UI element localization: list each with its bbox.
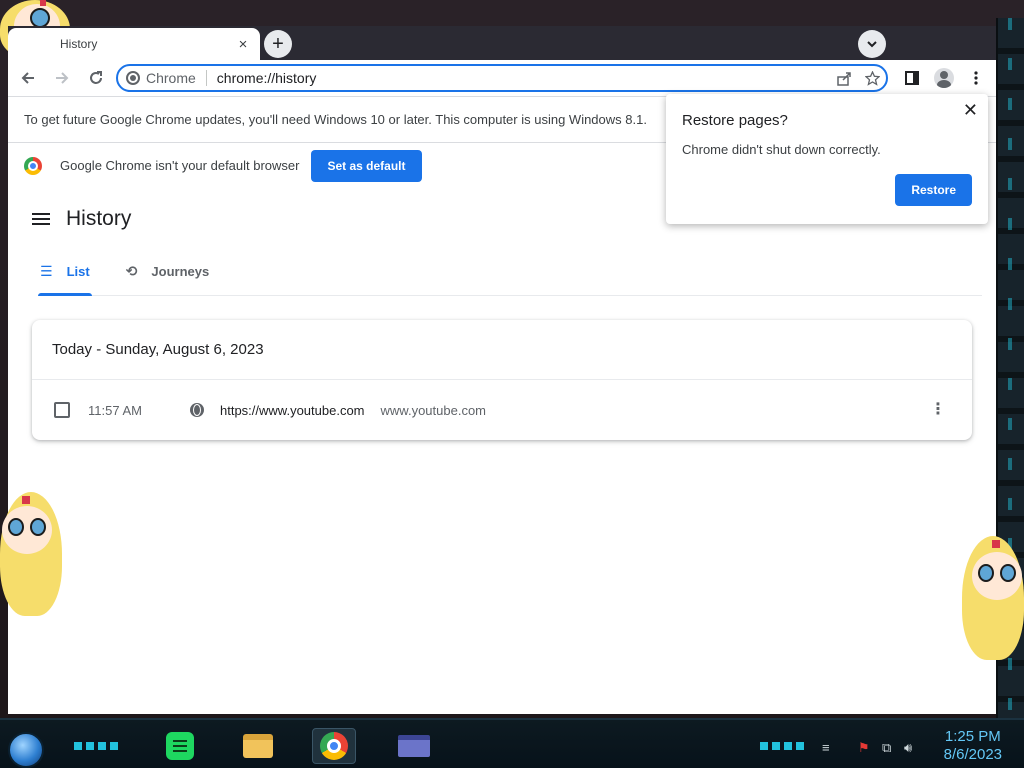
history-section-title: Today - Sunday, August 6, 2023: [32, 320, 972, 380]
taskbar-spotify[interactable]: [158, 728, 202, 764]
reload-icon: [90, 71, 102, 84]
url-text[interactable]: chrome://history: [217, 70, 830, 86]
taskbar-window-app[interactable]: [392, 728, 436, 764]
globe-icon: [190, 403, 204, 417]
avatar-icon: [934, 68, 954, 88]
volume-icon[interactable]: 🔊︎: [904, 740, 912, 756]
new-tab-button[interactable]: +: [264, 30, 292, 58]
set-as-default-button[interactable]: Set as default: [311, 149, 422, 182]
taskbar-decoration-right: [760, 742, 804, 750]
dialog-title: Restore pages?: [682, 112, 788, 129]
page-title: History: [66, 207, 132, 230]
update-message: To get future Google Chrome updates, you…: [24, 112, 647, 127]
entry-checkbox[interactable]: [54, 402, 70, 418]
dialog-message: Chrome didn't shut down correctly.: [682, 142, 881, 157]
forward-button[interactable]: [48, 64, 76, 92]
tab-title: History: [60, 37, 98, 51]
tab-list-label: List: [66, 264, 90, 279]
application-window-icon: [398, 735, 430, 757]
tab-list[interactable]: ☰ List: [38, 248, 92, 296]
chip-label: Chrome: [146, 70, 196, 86]
tab-close-icon[interactable]: ×: [232, 33, 254, 55]
clock-time: 1:25 PM: [944, 728, 1001, 745]
toolbar: Chrome chrome://history: [8, 60, 996, 96]
history-card: Today - Sunday, August 6, 2023 11:57 AM …: [32, 320, 972, 440]
bookmark-star-icon[interactable]: [858, 70, 886, 86]
clock[interactable]: 1:25 PM 8/6/2023: [944, 728, 1002, 764]
entry-more-icon[interactable]: ⋮: [930, 402, 946, 418]
arrow-left-icon: [21, 72, 34, 84]
start-button[interactable]: [8, 732, 44, 768]
restore-button[interactable]: Restore: [895, 174, 972, 206]
show-desktop-icon[interactable]: ≡: [822, 740, 830, 755]
taskbar-decoration-left: [74, 742, 118, 750]
taskbar-chrome[interactable]: [312, 728, 356, 764]
toolbar-right: [894, 64, 990, 92]
menu-button[interactable]: [962, 64, 990, 92]
chrome-icon: [320, 732, 348, 760]
tab-journeys[interactable]: ⟲ Journeys: [124, 248, 212, 295]
share-icon[interactable]: [830, 71, 858, 86]
history-tabs: ☰ List ⟲ Journeys: [38, 248, 982, 296]
list-icon: ☰: [40, 263, 53, 279]
tab-strip: History × +: [8, 26, 996, 60]
chevron-down-icon: [867, 41, 877, 48]
desktop: History × + Chrome chrome://history To g…: [0, 0, 1024, 768]
site-info-chip[interactable]: Chrome: [118, 70, 207, 86]
chrome-logo-icon: [24, 156, 42, 175]
close-icon[interactable]: ✕: [963, 100, 978, 121]
restore-pages-dialog: Restore pages? ✕ Chrome didn't shut down…: [666, 94, 988, 224]
entry-time: 11:57 AM: [88, 402, 142, 418]
taskbar: ≡ ⚑ ⧉ 🔊︎ 1:25 PM 8/6/2023: [0, 718, 1024, 768]
reload-button[interactable]: [82, 64, 110, 92]
tab-search-button[interactable]: [858, 30, 886, 58]
entry-domain: www.youtube.com: [380, 402, 487, 418]
back-button[interactable]: [14, 64, 42, 92]
tab-journeys-label: Journeys: [151, 264, 210, 279]
history-page: History ☰ List ⟲ Journeys Today - Sunday…: [8, 190, 996, 714]
history-entry[interactable]: 11:57 AM https://www.youtube.com www.you…: [32, 380, 972, 440]
arrow-right-icon: [56, 72, 69, 84]
spotify-icon: [166, 732, 194, 760]
journeys-icon: ⟲: [125, 263, 138, 279]
tab-history[interactable]: History ×: [8, 28, 260, 60]
cartoon-sticker-left: [0, 492, 62, 616]
more-vert-icon: [974, 71, 978, 85]
cartoon-sticker-right: [962, 536, 1024, 660]
side-panel-button[interactable]: [898, 64, 926, 92]
address-bar[interactable]: Chrome chrome://history: [116, 64, 888, 92]
network-icon[interactable]: ⧉: [882, 740, 891, 756]
hamburger-menu-icon[interactable]: [32, 213, 50, 225]
action-center-flag-icon[interactable]: ⚑: [858, 740, 870, 756]
folder-icon: [243, 734, 273, 758]
default-browser-message: Google Chrome isn't your default browser: [60, 158, 300, 173]
taskbar-file-explorer[interactable]: [236, 728, 280, 764]
profile-button[interactable]: [930, 64, 958, 92]
entry-title-link[interactable]: https://www.youtube.com: [220, 403, 365, 418]
side-panel-icon: [905, 71, 919, 85]
chrome-icon: [126, 71, 140, 85]
clock-date: 8/6/2023: [943, 746, 1002, 763]
